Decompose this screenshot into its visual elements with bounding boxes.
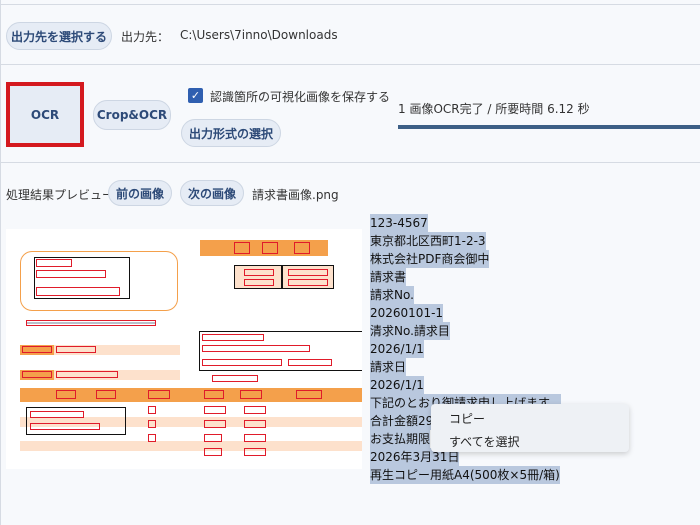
ocr-line: 請求日 — [370, 358, 407, 376]
crop-ocr-button[interactable]: Crop&OCR — [93, 100, 171, 130]
ocr-line: 請求No. — [370, 286, 414, 304]
next-image-button[interactable]: 次の画像 — [180, 180, 244, 206]
section-divider-2 — [0, 162, 700, 163]
ocr-preview-image — [6, 229, 362, 469]
ocr-line: 123-4567 — [370, 214, 428, 232]
output-prefix-label: 出力先： — [121, 30, 170, 44]
ocr-line: 東京都北区西町1-2-3 — [370, 232, 486, 250]
section-divider-1 — [0, 64, 700, 65]
ocr-line: 2026/1/1 — [370, 340, 424, 358]
context-menu-select-all[interactable]: すべてを選択 — [449, 433, 519, 450]
previous-image-button[interactable]: 前の画像 — [108, 180, 172, 206]
ocr-button[interactable]: OCR — [6, 82, 84, 147]
preview-label: 処理結果プレビュー — [6, 188, 115, 202]
ocr-line: 株式会社PDF商会御中 — [370, 250, 490, 268]
context-menu-copy[interactable]: コピー — [449, 410, 485, 427]
ocr-line: 清求No.請求目 — [370, 322, 450, 340]
ocr-progress-bar — [398, 125, 700, 129]
save-visualization-checkbox[interactable]: ✓ — [188, 88, 203, 103]
output-format-button[interactable]: 出力形式の選択 — [181, 119, 281, 147]
ocr-line: 合計金額29 — [370, 412, 434, 430]
ocr-line: 再生コピー用紙A4(500枚×5冊/箱) — [370, 466, 560, 484]
output-path: C:\Users\7inno\Downloads — [180, 28, 338, 42]
ocr-line: お支払期限 — [370, 430, 431, 448]
save-visualization-label: 認識箇所の可視化画像を保存する — [210, 90, 391, 104]
select-output-button[interactable]: 出力先を選択する — [6, 22, 112, 50]
context-menu: コピー すべてを選択 — [431, 404, 629, 452]
ocr-line: 請求書 — [370, 268, 407, 286]
ocr-line: 20260101-1 — [370, 304, 444, 322]
preview-filename: 請求書画像.png — [252, 188, 339, 202]
ocr-line: 2026/1/1 — [370, 376, 424, 394]
ocr-status-text: 1 画像OCR完了 / 所要時間 6.12 秒 — [398, 102, 590, 116]
left-divider — [0, 0, 1, 525]
top-divider — [0, 4, 700, 5]
